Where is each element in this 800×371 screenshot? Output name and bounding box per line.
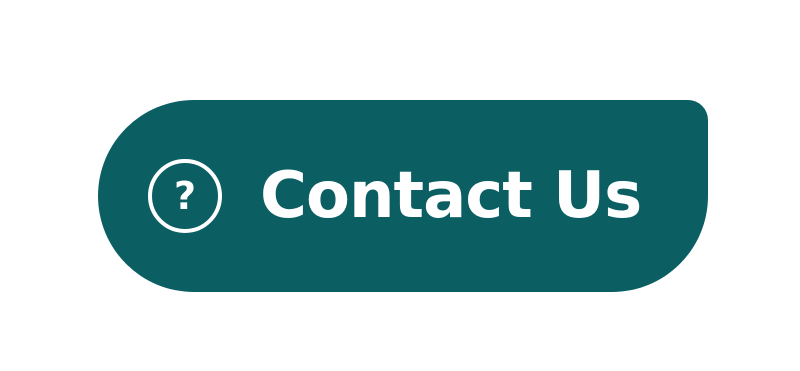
contact-us-label: Contact Us [260,159,642,233]
help-icon-glyph: ? [174,174,196,218]
help-circle-icon: ? [146,157,224,235]
contact-us-button[interactable]: ? Contact Us [98,100,708,292]
